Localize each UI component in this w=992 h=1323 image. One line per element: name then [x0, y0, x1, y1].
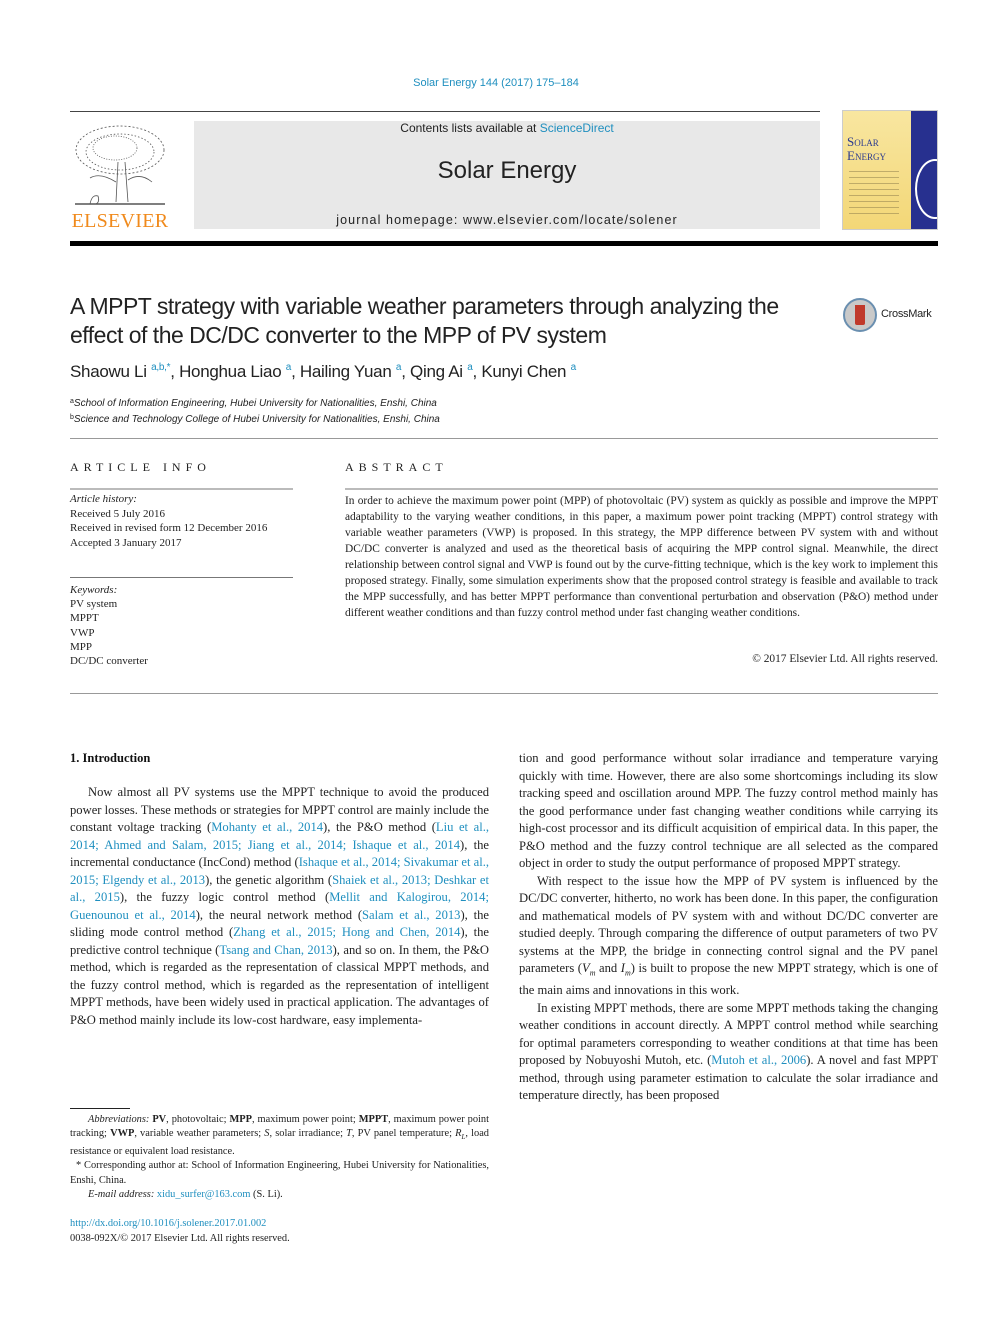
journal-citation-link[interactable]: Solar Energy 144 (2017) 175–184 — [0, 77, 992, 89]
author-affiliation-mark[interactable]: a,b,* — [151, 362, 170, 373]
journal-homepage[interactable]: journal homepage: www.elsevier.com/locat… — [194, 213, 820, 227]
abbreviation-term: VWP — [110, 1128, 135, 1140]
author-list: Shaowu Li a,b,*, Honghua Liao a, Hailing… — [70, 362, 577, 381]
citation-link[interactable]: Zhang et al., 2015; Hong and Chen, 2014 — [233, 925, 460, 939]
citation-link[interactable]: Salam et al., 2013 — [362, 908, 460, 922]
citation-link[interactable]: Mohanty et al., 2014 — [211, 820, 323, 834]
abstract-heading: ABSTRACT — [345, 460, 448, 474]
abstract-text: In order to achieve the maximum power po… — [345, 495, 938, 619]
intro-paragraph-1: Now almost all PV systems use the MPPT t… — [70, 785, 490, 1027]
elsevier-logo[interactable]: ELSEVIER — [68, 118, 172, 234]
abstract-copyright: © 2017 Elsevier Ltd. All rights reserved… — [752, 653, 938, 665]
keywords-rule — [70, 577, 293, 578]
doi-block: http://dx.doi.org/10.1016/j.solener.2017… — [70, 1216, 290, 1246]
intro-paragraph-1-cont: tion and good performance without solar … — [519, 751, 938, 870]
affiliation-a: aSchool of Information Engineering, Hube… — [70, 398, 437, 409]
keyword: DC/DC converter — [70, 655, 148, 668]
introduction-heading: 1. Introduction — [70, 751, 151, 765]
citation-link[interactable]: Tsang and Chan, 2013 — [219, 943, 332, 957]
author-name[interactable]: Hailing Yuan — [300, 362, 392, 381]
intro-paragraph-3: In existing MPPT methods, there are some… — [519, 1000, 938, 1103]
keyword: VWP — [70, 626, 95, 639]
crossmark-button[interactable]: CrossMark — [843, 298, 943, 334]
history-accepted: Accepted 3 January 2017 — [70, 536, 182, 549]
citation-link[interactable]: Mutoh et al., 2006 — [711, 1053, 806, 1067]
keyword: MPPT — [70, 612, 99, 625]
journal-cover-image[interactable]: Solar Energy — [842, 110, 938, 230]
keyword: PV system — [70, 598, 118, 611]
elsevier-wordmark: ELSEVIER — [71, 210, 169, 232]
email-footnote: E-mail address: xidu_surfer@163.com (S. … — [88, 1189, 283, 1201]
keyword: MPP — [70, 640, 93, 653]
symbol-vm: Vm — [582, 961, 596, 978]
author-name[interactable]: Kunyi Chen — [481, 362, 566, 381]
corresponding-author-footnote: * Corresponding author at: School of Inf… — [70, 1160, 489, 1186]
history-revised: Received in revised form 12 December 201… — [70, 522, 268, 534]
intro-paragraph-2: With respect to the issue how the MPP of… — [519, 873, 938, 998]
body-column-left: Now almost all PV systems use the MPPT t… — [70, 784, 489, 1029]
crossmark-label: CrossMark — [881, 308, 932, 320]
affiliation-b: bScience and Technology College of Hubei… — [70, 414, 440, 425]
contents-line: Contents lists available at ScienceDirec… — [194, 121, 820, 135]
footnote-rule — [70, 1108, 130, 1109]
author-email-link[interactable]: xidu_surfer@163.com — [157, 1189, 251, 1200]
cover-text-lines — [849, 171, 899, 219]
header-thick-rule — [70, 241, 938, 246]
author-affiliation-mark[interactable]: a — [396, 362, 402, 373]
author-affiliation-mark[interactable]: a — [467, 362, 473, 373]
affiliations: aSchool of Information Engineering, Hube… — [70, 395, 440, 427]
article-info-rule — [70, 488, 293, 490]
abbreviation-symbol: RL — [455, 1128, 466, 1142]
abbreviations-footnote: Abbreviations: PV, photovoltaic; MPP, ma… — [70, 1114, 489, 1157]
abbreviation-term: MPPT — [358, 1114, 389, 1125]
article-title: A MPPT strategy with variable weather pa… — [70, 293, 779, 348]
author-name[interactable]: Shaowu Li — [70, 362, 147, 381]
keywords-list: Keywords: PV system MPPT VWP MPP DC/DC c… — [70, 583, 148, 668]
history-received: Received 5 July 2016 — [70, 507, 166, 520]
cover-title: Solar Energy — [847, 134, 886, 163]
footnotes: Abbreviations: PV, photovoltaic; MPP, ma… — [70, 1113, 489, 1203]
doi-link[interactable]: http://dx.doi.org/10.1016/j.solener.2017… — [70, 1218, 266, 1229]
abstract-rule — [345, 488, 938, 490]
author-name[interactable]: Honghua Liao — [179, 362, 282, 381]
section-divider — [70, 438, 938, 439]
issn-copyright: 0038-092X/© 2017 Elsevier Ltd. All right… — [70, 1233, 290, 1244]
crossmark-icon — [843, 298, 877, 332]
abbreviation-term: MPP — [229, 1114, 252, 1125]
article-history: Article history: Received 5 July 2016 Re… — [70, 492, 267, 550]
journal-name: Solar Energy — [437, 157, 577, 184]
elsevier-tree-icon — [75, 125, 165, 205]
author-affiliation-mark[interactable]: a — [286, 362, 292, 373]
abbreviation-term: PV — [152, 1114, 167, 1125]
body-column-right: tion and good performance without solar … — [519, 750, 938, 1105]
symbol-im: Im — [620, 961, 631, 978]
history-label: Article history: — [70, 493, 137, 505]
section-divider — [70, 693, 938, 694]
header-divider — [70, 111, 820, 112]
author-name[interactable]: Qing Ai — [410, 362, 463, 381]
article-info-heading: ARTICLE INFO — [70, 460, 211, 474]
sciencedirect-link[interactable]: ScienceDirect — [540, 121, 614, 135]
contents-prefix: Contents lists available at — [400, 121, 540, 135]
keywords-label: Keywords: — [70, 584, 118, 596]
author-affiliation-mark[interactable]: a — [571, 362, 577, 373]
journal-banner: Contents lists available at ScienceDirec… — [194, 121, 820, 229]
